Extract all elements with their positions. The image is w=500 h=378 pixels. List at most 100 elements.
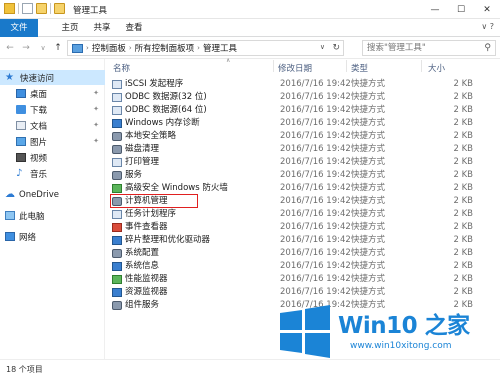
tab-file[interactable]: 文件 <box>0 19 38 37</box>
sidebar-item-label: 视频 <box>30 153 48 164</box>
sidebar-item-pictures[interactable]: 图片 ✦ <box>0 134 105 149</box>
minimize-button[interactable]: — <box>422 0 448 19</box>
file-name: 组件服务 <box>125 300 160 310</box>
address-bar[interactable]: › 控制面板 › 所有控制面板项 › 管理工具 ∨ ↻ <box>67 40 344 56</box>
onedrive-icon: ☁ <box>5 189 15 200</box>
table-row[interactable]: 打印管理 2016/7/16 19:42 快捷方式 2 KB <box>106 156 500 169</box>
table-row[interactable]: 系统配置 2016/7/16 19:42 快捷方式 2 KB <box>106 247 500 260</box>
file-name: 系统信息 <box>125 261 160 271</box>
ribbon-help[interactable]: ∨ ? <box>481 22 494 31</box>
table-row[interactable]: 性能监视器 2016/7/16 19:42 快捷方式 2 KB <box>106 273 500 286</box>
search-input[interactable] <box>363 41 478 55</box>
sidebar-item-downloads[interactable]: 下载 ✦ <box>0 102 105 117</box>
navigation-bar: ← → ∨ ↑ › 控制面板 › 所有控制面板项 › 管理工具 ∨ ↻ ⚲ <box>0 37 500 59</box>
videos-icon <box>16 153 26 162</box>
this-pc-icon <box>5 211 15 220</box>
recent-locations-icon[interactable]: ∨ <box>37 41 49 55</box>
file-name: ODBC 数据源(32 位) <box>125 92 207 102</box>
sidebar-item-music[interactable]: ♪ 音乐 <box>0 166 105 181</box>
column-divider[interactable] <box>346 60 347 72</box>
sidebar-item-label: 桌面 <box>30 89 48 100</box>
file-size: 2 KB <box>453 196 473 206</box>
pin-icon[interactable]: ✦ <box>93 121 99 129</box>
file-name: 磁盘清理 <box>125 144 160 154</box>
shortcut-icon <box>112 132 122 141</box>
address-dropdown-icon[interactable]: ∨ <box>320 43 325 51</box>
column-header-date[interactable]: 修改日期 <box>278 62 312 74</box>
pictures-icon <box>16 137 26 146</box>
file-name: 服务 <box>125 170 143 180</box>
file-type: 快捷方式 <box>351 131 386 141</box>
pin-icon[interactable]: ✦ <box>93 89 99 97</box>
file-size: 2 KB <box>453 157 473 167</box>
close-button[interactable]: ✕ <box>474 0 500 19</box>
sidebar-item-network[interactable]: 网络 <box>0 229 105 244</box>
table-row[interactable]: iSCSI 发起程序 2016/7/16 19:42 快捷方式 2 KB <box>106 78 500 91</box>
sidebar-item-label: 快速访问 <box>20 73 55 84</box>
control-panel-icon <box>72 43 83 53</box>
forward-arrow-icon[interactable]: → <box>20 41 32 55</box>
pin-icon[interactable]: ✦ <box>93 105 99 113</box>
breadcrumb-separator-icon[interactable]: › <box>197 44 200 52</box>
column-divider[interactable] <box>421 60 422 72</box>
file-size: 2 KB <box>453 183 473 193</box>
table-row[interactable]: 磁盘清理 2016/7/16 19:42 快捷方式 2 KB <box>106 143 500 156</box>
file-size: 2 KB <box>453 274 473 284</box>
sidebar-item-quick-access[interactable]: ★ 快速访问 <box>0 70 105 85</box>
sidebar-item-documents[interactable]: 文档 ✦ <box>0 118 105 133</box>
app-icon[interactable] <box>4 3 15 14</box>
new-folder-icon[interactable] <box>36 3 47 14</box>
table-row[interactable]: ODBC 数据源(64 位) 2016/7/16 19:42 快捷方式 2 KB <box>106 104 500 117</box>
properties-icon[interactable] <box>22 3 33 14</box>
table-row[interactable]: Windows 内存诊断 2016/7/16 19:42 快捷方式 2 KB <box>106 117 500 130</box>
table-row[interactable]: 事件查看器 2016/7/16 19:42 快捷方式 2 KB <box>106 221 500 234</box>
maximize-button[interactable]: ☐ <box>448 0 474 19</box>
sidebar-item-desktop[interactable]: 桌面 ✦ <box>0 86 105 101</box>
sidebar-item-this-pc[interactable]: 此电脑 <box>0 208 105 223</box>
file-date: 2016/7/16 19:42 <box>280 92 351 102</box>
back-arrow-icon[interactable]: ← <box>4 41 16 55</box>
shortcut-icon <box>112 275 122 284</box>
tab-share[interactable]: 共享 <box>87 19 117 37</box>
tab-home[interactable]: 主页 <box>55 19 85 37</box>
column-header-size[interactable]: 大小 <box>428 62 445 74</box>
table-row[interactable]: 碎片整理和优化驱动器 2016/7/16 19:42 快捷方式 2 KB <box>106 234 500 247</box>
breadcrumb-control-panel[interactable]: 控制面板 <box>92 42 126 54</box>
file-name: 本地安全策略 <box>125 131 177 141</box>
file-size: 2 KB <box>453 222 473 232</box>
sidebar-item-videos[interactable]: 视频 <box>0 150 105 165</box>
pin-icon[interactable]: ✦ <box>93 137 99 145</box>
file-date: 2016/7/16 19:42 <box>280 105 351 115</box>
search-icon[interactable]: ⚲ <box>484 43 491 53</box>
column-header-type[interactable]: 类型 <box>351 62 368 74</box>
shortcut-icon <box>112 171 122 180</box>
file-name: 性能监视器 <box>125 274 168 284</box>
breadcrumb-separator-icon[interactable]: › <box>86 44 89 52</box>
file-name: 事件查看器 <box>125 222 168 232</box>
file-type: 快捷方式 <box>351 235 386 245</box>
table-row[interactable]: 任务计划程序 2016/7/16 19:42 快捷方式 2 KB <box>106 208 500 221</box>
file-date: 2016/7/16 19:42 <box>280 261 351 271</box>
breadcrumb-admin-tools[interactable]: 管理工具 <box>203 42 237 54</box>
column-header-name[interactable]: 名称 <box>113 62 130 74</box>
file-size: 2 KB <box>453 248 473 258</box>
file-size: 2 KB <box>453 118 473 128</box>
table-row[interactable]: 服务 2016/7/16 19:42 快捷方式 2 KB <box>106 169 500 182</box>
up-arrow-icon[interactable]: ↑ <box>52 41 64 55</box>
breadcrumb-separator-icon[interactable]: › <box>129 44 132 52</box>
column-divider[interactable] <box>273 60 274 72</box>
table-row[interactable]: 计算机管理 2016/7/16 19:42 快捷方式 2 KB <box>106 195 500 208</box>
tab-view[interactable]: 查看 <box>119 19 149 37</box>
breadcrumb-all-items[interactable]: 所有控制面板项 <box>135 42 195 54</box>
ribbon-tabs: 文件 主页 共享 查看 ∨ ? <box>0 19 500 37</box>
search-box[interactable]: ⚲ <box>362 40 496 56</box>
table-row[interactable]: 系统信息 2016/7/16 19:42 快捷方式 2 KB <box>106 260 500 273</box>
sidebar-item-onedrive[interactable]: ☁ OneDrive <box>0 187 105 202</box>
refresh-icon[interactable]: ↻ <box>332 43 340 53</box>
sidebar-item-label: OneDrive <box>19 189 59 200</box>
file-type: 快捷方式 <box>351 170 386 180</box>
table-row[interactable]: 本地安全策略 2016/7/16 19:42 快捷方式 2 KB <box>106 130 500 143</box>
file-date: 2016/7/16 19:42 <box>280 274 351 284</box>
table-row[interactable]: ODBC 数据源(32 位) 2016/7/16 19:42 快捷方式 2 KB <box>106 91 500 104</box>
file-date: 2016/7/16 19:42 <box>280 235 351 245</box>
